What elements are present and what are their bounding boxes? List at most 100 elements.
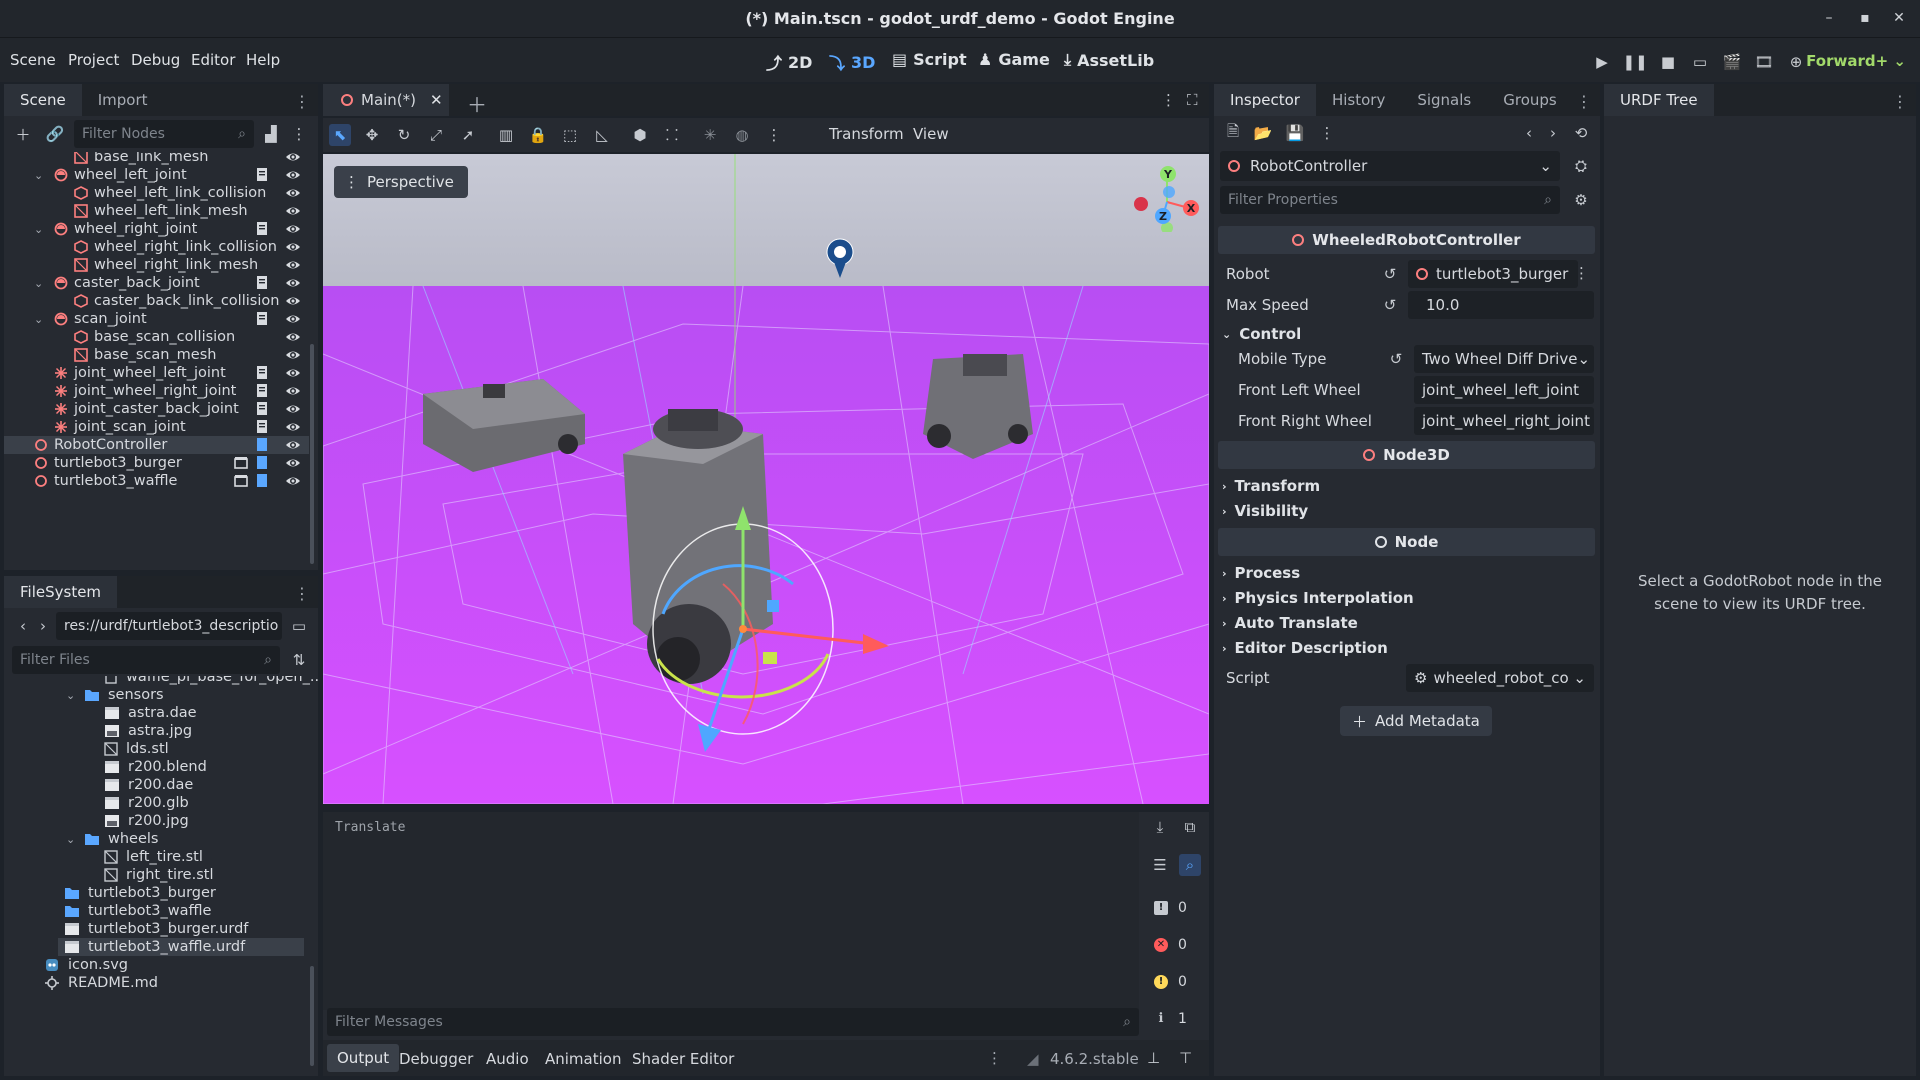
chevron-down-icon[interactable]: ⌄ [66,689,75,702]
ruler-icon[interactable]: ▥ [495,124,517,146]
attach-script-icon[interactable]: ▟ [260,123,282,145]
kebab-icon[interactable]: ⋮ [1892,92,1908,111]
script-attached-icon[interactable] [255,365,269,381]
axis-orientation-gizmo[interactable]: Y X Z [1123,166,1199,232]
fs-file-item[interactable]: astra.jpg [4,722,304,740]
visibility-eye-icon[interactable] [285,203,301,219]
chevron-down-icon[interactable]: ⌄ [66,833,75,846]
object-history-icon[interactable]: ⟲ [1570,122,1592,144]
fs-file-item[interactable]: turtlebot3_burger.urdf [4,920,304,938]
revert-icon[interactable]: ↺ [1388,350,1404,368]
script-resource-field[interactable]: ⚙ wheeled_robot_co ⌄ [1406,664,1594,692]
filter-messages-input[interactable]: Filter Messages ⌕ [327,1008,1139,1036]
group-icon[interactable]: ⬚ [559,124,581,146]
link-icon[interactable]: 🔗 [44,123,66,145]
workspace-3d-button[interactable]: ⤵ 3D [829,50,875,74]
scene-tree-node[interactable]: joint_scan_joint [4,418,309,436]
tab-inspector[interactable]: Inspector [1214,84,1316,116]
move-mode-icon[interactable]: ✥ [361,124,383,146]
kebab-icon[interactable]: ⋮ [288,123,310,145]
scene-tree-node[interactable]: wheel_right_link_mesh [4,256,309,274]
visibility-eye-icon[interactable] [285,401,301,417]
tab-shader-editor[interactable]: Shader Editor [632,1050,734,1068]
transform-menu[interactable]: Transform [829,125,904,143]
split-view-icon[interactable]: ▭ [288,615,310,637]
visibility-eye-icon[interactable] [285,437,301,453]
tab-filesystem[interactable]: FileSystem [4,576,118,608]
scene-tree-node[interactable]: ⌄ caster_back_joint [4,274,309,292]
fs-folder-item[interactable]: turtlebot3_waffle [4,902,304,920]
renderer-select[interactable]: Forward+ ⌄ [1806,52,1906,70]
scene-tree-node[interactable]: ⌄ scan_joint [4,310,309,328]
script-attached-icon[interactable] [255,419,269,435]
section-control[interactable]: ⌄ Control [1222,322,1301,346]
scene-tree-node[interactable]: turtlebot3_burger [4,454,309,472]
warnings-count[interactable]: ! 0 [1146,968,1206,996]
visibility-eye-icon[interactable] [285,152,301,165]
tab-import[interactable]: Import [82,84,164,116]
expand-panel-icon[interactable]: ⊤ [1179,1049,1192,1067]
scene-tree-node[interactable]: base_link_mesh [4,152,309,166]
menu-help[interactable]: Help [246,51,280,69]
scene-tree-node[interactable]: ⌄ wheel_right_joint [4,220,309,238]
pause-icon[interactable]: ❚❚ [1622,52,1647,72]
visibility-eye-icon[interactable] [285,293,301,309]
tab-animation[interactable]: Animation [545,1050,621,1068]
revert-icon[interactable]: ↺ [1382,265,1398,283]
script-attached-icon[interactable] [255,473,269,489]
fs-file-item[interactable]: r200.blend [4,758,304,776]
section-editor-description[interactable]: › Editor Description [1222,636,1388,660]
visibility-eye-icon[interactable] [285,311,301,327]
node-tree-icon[interactable]: ⛭ [1570,155,1592,177]
plane-handle-xy[interactable] [767,600,779,612]
visibility-eye-icon[interactable] [285,455,301,471]
pin-icon[interactable]: ⤓ [1149,816,1171,838]
script-attached-icon[interactable] [255,437,269,453]
workspace-game-button[interactable]: ♟ Game [978,50,1050,69]
search-toggle-icon[interactable]: ⌕ [1179,854,1201,876]
scene-tree-node[interactable]: wheel_right_link_collision [4,238,309,256]
play-scene-icon[interactable]: 🎬 [1722,52,1742,72]
scene-tree-node[interactable]: joint_caster_back_joint [4,400,309,418]
visibility-eye-icon[interactable] [285,185,301,201]
scene-tree-node[interactable]: joint_wheel_right_joint [4,382,309,400]
kebab-icon[interactable]: ⋮ [294,584,310,603]
workspace-2d-button[interactable]: ⤴ 2D [766,50,812,74]
history-forward-icon[interactable]: › [1542,122,1564,144]
kebab-icon[interactable]: ⋮ [1574,264,1589,282]
add-tab-icon[interactable]: ＋ [467,89,487,118]
object-selector[interactable]: RobotController ⌄ [1220,151,1560,181]
chevron-down-icon[interactable]: ⌄ [34,223,43,236]
tab-main-scene[interactable]: Main(*) ✕ [323,84,449,116]
visibility-eye-icon[interactable] [285,239,301,255]
chevron-down-icon[interactable]: ⌄ [34,277,43,290]
script-attached-icon[interactable] [255,383,269,399]
list-select-icon[interactable]: ➚ [457,124,479,146]
mesh-icon[interactable]: ⬢ [629,124,651,146]
play-icon[interactable]: ▶ [1592,52,1612,72]
visibility-eye-icon[interactable] [285,221,301,237]
scene-tree-node[interactable]: turtlebot3_waffle [4,472,309,490]
scale-mode-icon[interactable]: ⤢ [425,124,447,146]
robot-node-path-field[interactable]: turtlebot3_burger [1408,260,1578,288]
fs-file-item[interactable]: r200.dae [4,776,304,794]
kebab-icon[interactable]: ⋮ [763,124,785,146]
section-visibility[interactable]: › Visibility [1222,499,1308,523]
scene-tree-scrollbar[interactable] [310,344,314,564]
environment-icon[interactable]: ◍ [731,124,753,146]
front-right-wheel-field[interactable]: joint_wheel_right_joint [1414,407,1594,435]
remote-debug-icon[interactable]: ▭ [1690,52,1710,72]
tab-signals[interactable]: Signals [1401,84,1487,116]
fs-file-item[interactable]: right_tire.stl [4,866,304,884]
mobile-type-select[interactable]: Two Wheel Diff Drive ⌄ [1414,345,1594,373]
copy-icon[interactable]: ⧉ [1179,816,1201,838]
messages-count[interactable]: ! 0 [1146,894,1206,922]
fs-folder-item[interactable]: turtlebot3_burger [4,884,304,902]
fs-file-item[interactable]: left_tire.stl [4,848,304,866]
scene-tree-node[interactable]: base_scan_collision [4,328,309,346]
info-count[interactable]: ℹ 1 [1146,1005,1206,1033]
add-node-icon[interactable]: ＋ [12,123,34,145]
fs-scrollbar[interactable] [310,966,314,1066]
visibility-eye-icon[interactable] [285,419,301,435]
minimize-icon[interactable]: – [1820,10,1838,28]
